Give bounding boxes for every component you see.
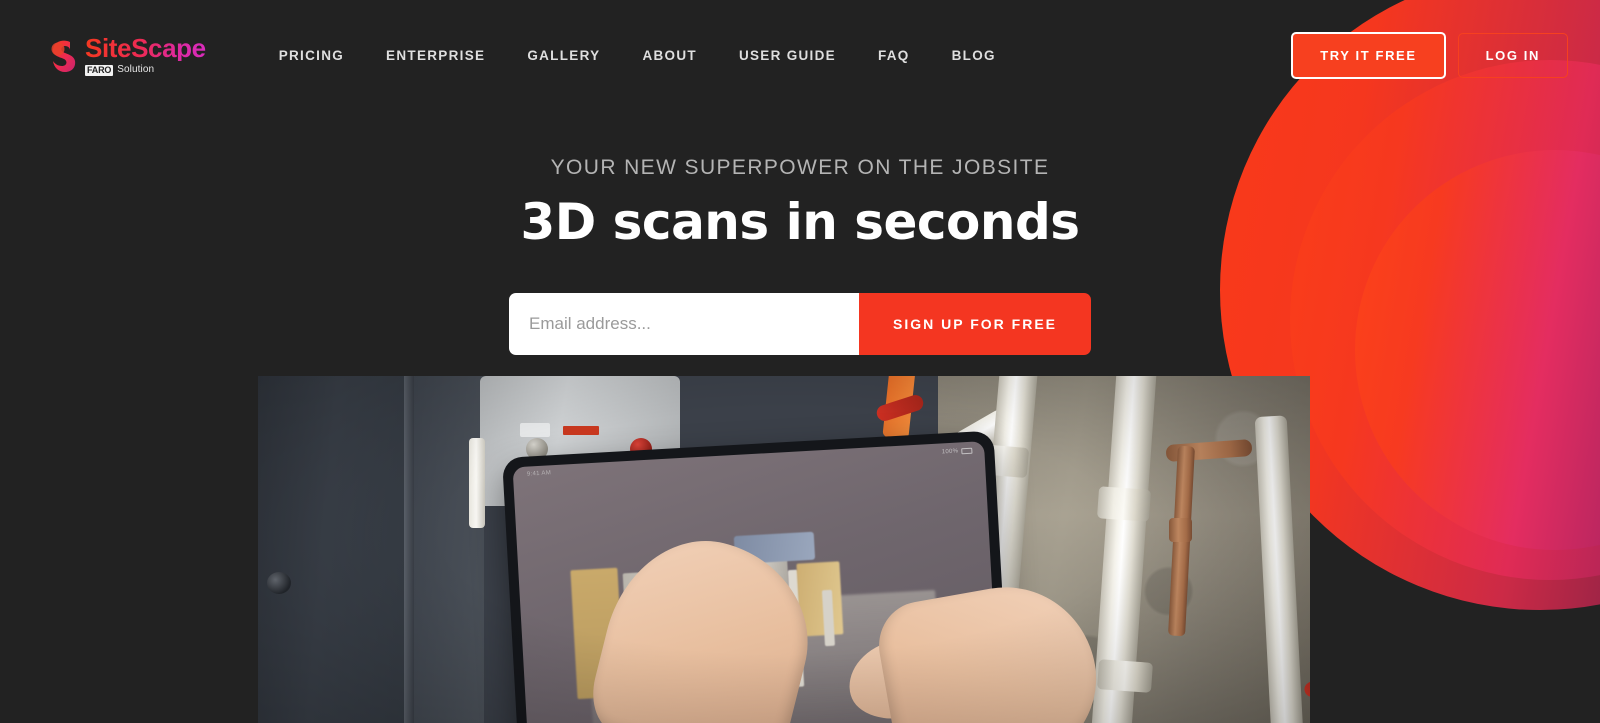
wall-mid-panel [414,376,484,723]
try-it-free-button[interactable]: TRY IT FREE [1291,31,1446,79]
nav-item-pricing[interactable]: PRICING [258,38,365,73]
landing-page: SiteScape FARO Solution PRICING ENTERPRI… [0,0,1600,723]
logo[interactable]: SiteScape FARO Solution [50,35,206,76]
video-scene: 9:41 AM 100% [258,376,1310,723]
faro-badge: FARO [85,64,114,76]
site-header: SiteScape FARO Solution PRICING ENTERPRI… [0,0,1600,110]
sign-up-for-free-button[interactable]: SIGN UP FOR FREE [859,293,1091,355]
log-in-button[interactable]: LOG IN [1457,32,1568,78]
pvc-joint-3 [1097,659,1153,693]
nav-item-gallery[interactable]: GALLERY [506,38,621,73]
door-knob [267,572,291,594]
signup-form: SIGN UP FOR FREE [509,293,1091,355]
logo-text: SiteScape FARO Solution [85,35,206,76]
nav-item-about[interactable]: ABOUT [621,38,718,73]
nav-item-enterprise[interactable]: ENTERPRISE [365,38,506,73]
nav-item-blog[interactable]: BLOG [931,38,1017,73]
tablet-clock: 9:41 AM [526,470,552,478]
main-nav: PRICING ENTERPRISE GALLERY ABOUT USER GU… [258,38,1017,73]
tablet-status-bar: 100% [941,447,973,456]
water-heater-red-bar [563,426,599,435]
nav-item-faq[interactable]: FAQ [857,38,931,73]
email-input[interactable] [509,293,860,355]
water-heater-label [520,423,550,437]
small-white-pipe [469,438,485,528]
sitescape-s-mark-icon [50,38,76,72]
battery-icon [961,447,973,455]
copper-fitting [1169,518,1192,542]
hero-video[interactable]: 9:41 AM 100% [258,376,1310,723]
hero-eyebrow: YOUR NEW SUPERPOWER ON THE JOBSITE [550,156,1050,179]
door-edge [404,376,414,723]
header-actions: TRY IT FREE LOG IN [1291,31,1568,79]
metal-door [258,376,408,723]
logo-sub: FARO Solution [85,64,206,76]
pvc-joint-2 [1096,486,1152,522]
solution-label: Solution [117,64,155,75]
nav-item-user-guide[interactable]: USER GUIDE [718,38,857,73]
tablet-battery-label: 100% [941,448,959,456]
page-title: 3D scans in seconds [520,193,1080,251]
logo-wordmark: SiteScape [85,32,206,63]
hero-section: YOUR NEW SUPERPOWER ON THE JOBSITE 3D sc… [0,110,1600,355]
